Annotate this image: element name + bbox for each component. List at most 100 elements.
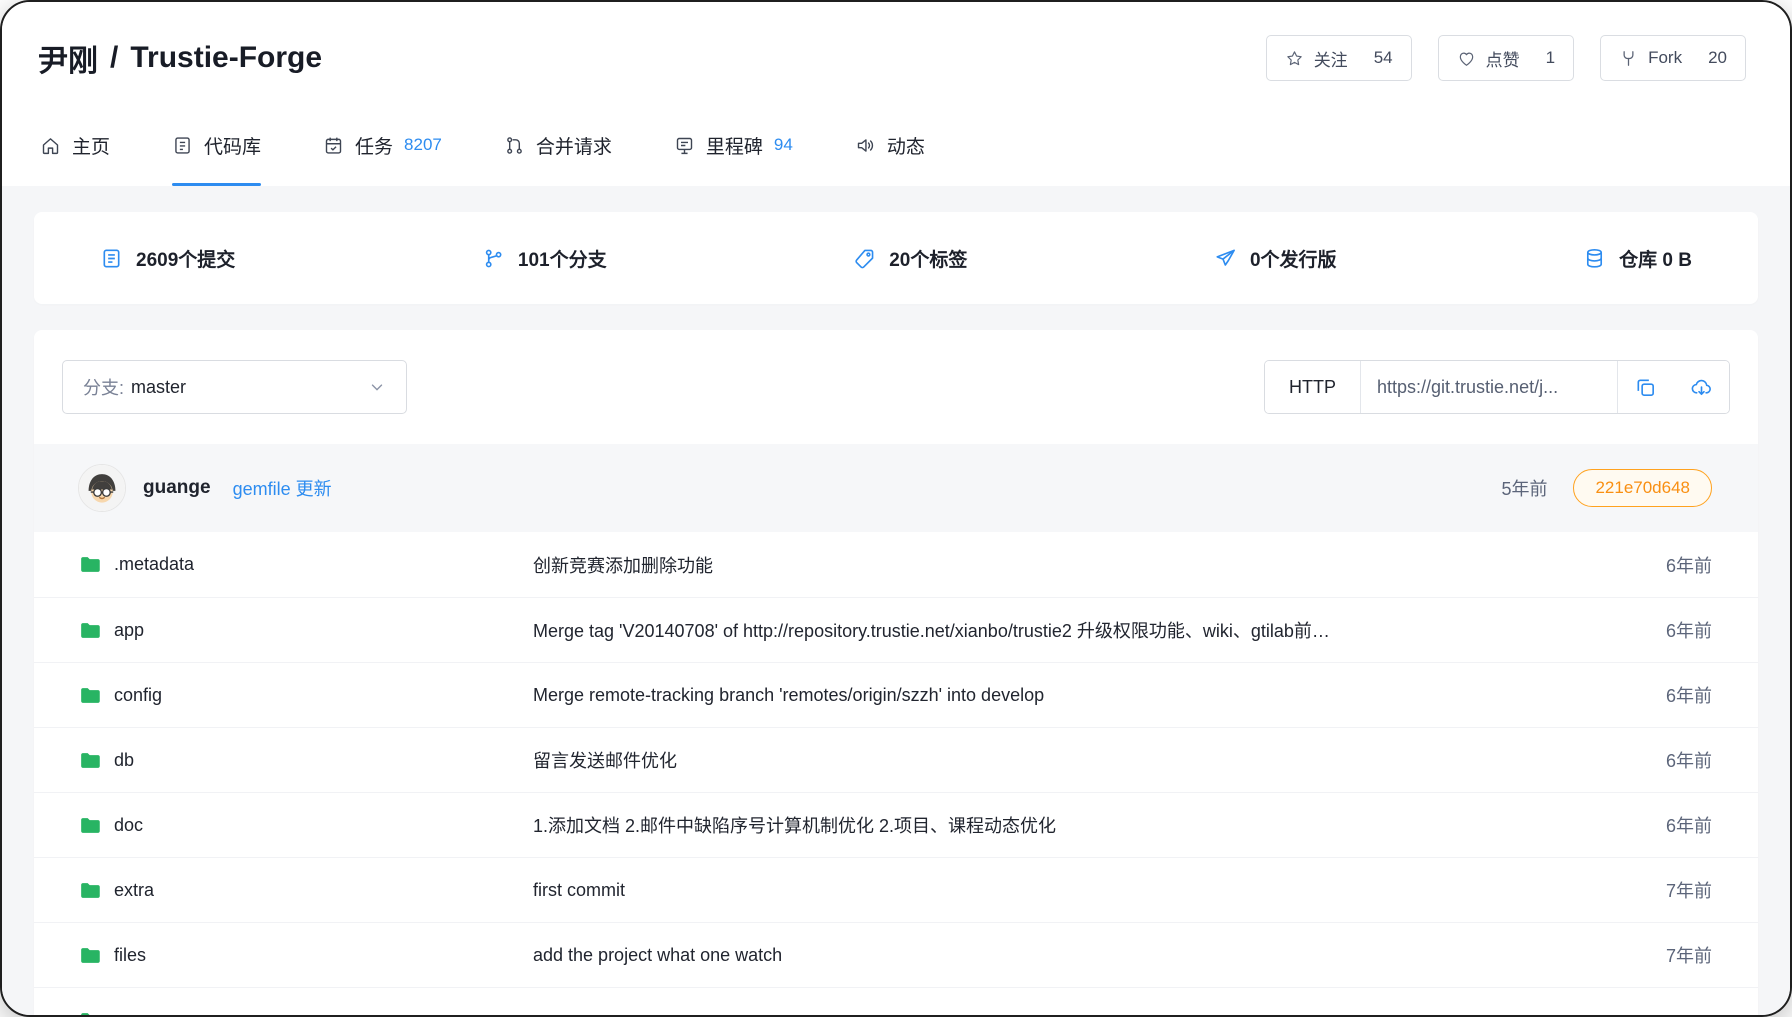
file-row[interactable]: doc 1.添加文档 2.邮件中缺陷序号计算机制优化 2.项目、课程动态优化 6… xyxy=(34,792,1758,857)
stat-tags-label: 20个标签 xyxy=(889,245,967,272)
stat-commits-label: 2609个提交 xyxy=(136,245,235,272)
stat-repo-size-label: 仓库 0 B xyxy=(1619,245,1692,272)
folder-icon xyxy=(78,879,101,902)
file-name[interactable]: extra xyxy=(114,880,154,901)
repo-toolbar: 分支: master HTTP xyxy=(34,330,1758,444)
fork-count: 20 xyxy=(1708,48,1727,68)
tab-milestones-label: 里程碑 xyxy=(706,132,763,159)
folder-icon xyxy=(78,814,101,837)
folder-icon xyxy=(78,749,101,772)
commit-message-link[interactable]: gemfile 更新 xyxy=(233,475,332,501)
file-commit-message[interactable]: 1.添加文档 2.邮件中缺陷序号计算机制优化 2.项目、课程动态优化 xyxy=(533,812,1630,838)
tab-milestones[interactable]: 里程碑 94 xyxy=(674,104,793,186)
tab-merge-requests-label: 合并请求 xyxy=(536,132,612,159)
file-name-cell[interactable]: extra xyxy=(78,879,533,902)
file-row[interactable]: extra first commit 7年前 xyxy=(34,857,1758,922)
file-commit-message[interactable]: first commit xyxy=(533,880,1630,901)
file-row-partial[interactable] xyxy=(34,987,1758,1015)
stat-releases-label: 0个发行版 xyxy=(1250,245,1337,272)
file-commit-time: 6年前 xyxy=(1630,812,1712,838)
avatar[interactable] xyxy=(78,464,126,512)
file-name-cell[interactable] xyxy=(78,1009,533,1016)
file-name-cell[interactable]: .metadata xyxy=(78,553,533,576)
file-row[interactable]: .metadata 创新竞赛添加删除功能 6年前 xyxy=(34,532,1758,597)
file-commit-time: 6年前 xyxy=(1630,682,1712,708)
stat-repo-size[interactable]: 仓库 0 B xyxy=(1583,245,1692,272)
praise-label: 点赞 xyxy=(1486,46,1520,71)
stat-branches[interactable]: 101个分支 xyxy=(482,245,607,272)
clone-url-group: HTTP xyxy=(1264,360,1730,414)
branch-icon xyxy=(482,247,505,270)
repo-icon xyxy=(172,135,193,156)
activity-icon xyxy=(855,135,876,156)
copy-icon xyxy=(1634,376,1657,399)
file-name[interactable]: doc xyxy=(114,815,143,836)
file-row[interactable]: config Merge remote-tracking branch 'rem… xyxy=(34,662,1758,727)
file-name-cell[interactable]: doc xyxy=(78,814,533,837)
page-title: 尹刚 / Trustie-Forge xyxy=(38,36,322,80)
file-name[interactable]: db xyxy=(114,750,134,771)
file-commit-message[interactable]: Merge remote-tracking branch 'remotes/or… xyxy=(533,685,1630,706)
file-name[interactable]: .metadata xyxy=(114,554,194,575)
file-row[interactable]: files add the project what one watch 7年前 xyxy=(34,922,1758,987)
file-row[interactable]: db 留言发送邮件优化 6年前 xyxy=(34,727,1758,792)
stat-commits[interactable]: 2609个提交 xyxy=(100,245,235,272)
watch-label: 关注 xyxy=(1314,46,1348,71)
file-name-cell[interactable]: files xyxy=(78,944,533,967)
folder-icon xyxy=(78,619,101,642)
commit-hash-badge[interactable]: 221e70d648 xyxy=(1573,469,1712,507)
branch-value: master xyxy=(131,377,186,398)
folder-icon xyxy=(78,1009,101,1016)
merge-request-icon xyxy=(504,135,525,156)
file-name-cell[interactable]: app xyxy=(78,619,533,642)
stat-tags[interactable]: 20个标签 xyxy=(853,245,967,272)
tab-code[interactable]: 代码库 xyxy=(172,104,261,186)
tab-issues[interactable]: 任务 8207 xyxy=(323,104,442,186)
file-name-cell[interactable]: config xyxy=(78,684,533,707)
clone-url-input[interactable] xyxy=(1361,361,1617,413)
file-commit-message[interactable]: 创新竞赛添加删除功能 xyxy=(533,552,1630,578)
file-commit-time: 7年前 xyxy=(1630,942,1712,968)
folder-icon xyxy=(78,684,101,707)
protocol-button[interactable]: HTTP xyxy=(1265,361,1361,413)
file-name[interactable]: app xyxy=(114,620,144,641)
watch-count: 54 xyxy=(1374,48,1393,68)
header-actions: 关注 54 点赞 1 Fork 20 xyxy=(1266,35,1746,81)
title-separator: / xyxy=(110,41,118,75)
repo-page-window: 尹刚 / Trustie-Forge 关注 54 点赞 1 xyxy=(0,0,1792,1017)
stat-releases[interactable]: 0个发行版 xyxy=(1214,245,1337,272)
download-button[interactable] xyxy=(1673,361,1729,413)
repo-name-link[interactable]: Trustie-Forge xyxy=(130,41,322,75)
file-commit-message[interactable]: 留言发送邮件优化 xyxy=(533,747,1630,773)
tab-code-label: 代码库 xyxy=(204,132,261,159)
file-commit-time: 6年前 xyxy=(1630,747,1712,773)
tab-home[interactable]: 主页 xyxy=(40,104,110,186)
file-row[interactable]: app Merge tag 'V20140708' of http://repo… xyxy=(34,597,1758,662)
file-commit-message[interactable]: add the project what one watch xyxy=(533,945,1630,966)
home-icon xyxy=(40,135,61,156)
tab-issues-label: 任务 xyxy=(355,132,393,159)
file-commit-time: 6年前 xyxy=(1630,552,1712,578)
file-commit-message[interactable]: Merge tag 'V20140708' of http://reposito… xyxy=(533,617,1630,643)
fork-button[interactable]: Fork 20 xyxy=(1600,35,1746,81)
copy-url-button[interactable] xyxy=(1617,361,1673,413)
star-icon xyxy=(1285,49,1304,68)
fork-icon xyxy=(1619,49,1638,68)
file-name[interactable]: files xyxy=(114,945,146,966)
tab-merge-requests[interactable]: 合并请求 xyxy=(504,104,612,186)
branch-selector[interactable]: 分支: master xyxy=(62,360,407,414)
commit-author[interactable]: guange xyxy=(143,477,211,499)
heart-icon xyxy=(1457,49,1476,68)
database-icon xyxy=(1583,247,1606,270)
watch-button[interactable]: 关注 54 xyxy=(1266,35,1412,81)
commit-icon xyxy=(100,247,123,270)
file-commit-time: 7年前 xyxy=(1630,877,1712,903)
file-name[interactable]: config xyxy=(114,685,162,706)
folder-icon xyxy=(78,553,101,576)
repo-owner-link[interactable]: 尹刚 xyxy=(38,36,98,80)
tab-activity[interactable]: 动态 xyxy=(855,104,925,186)
praise-button[interactable]: 点赞 1 xyxy=(1438,35,1574,81)
stat-branches-label: 101个分支 xyxy=(518,245,607,272)
file-list: .metadata 创新竞赛添加删除功能 6年前 app Merge tag '… xyxy=(34,532,1758,1015)
file-name-cell[interactable]: db xyxy=(78,749,533,772)
